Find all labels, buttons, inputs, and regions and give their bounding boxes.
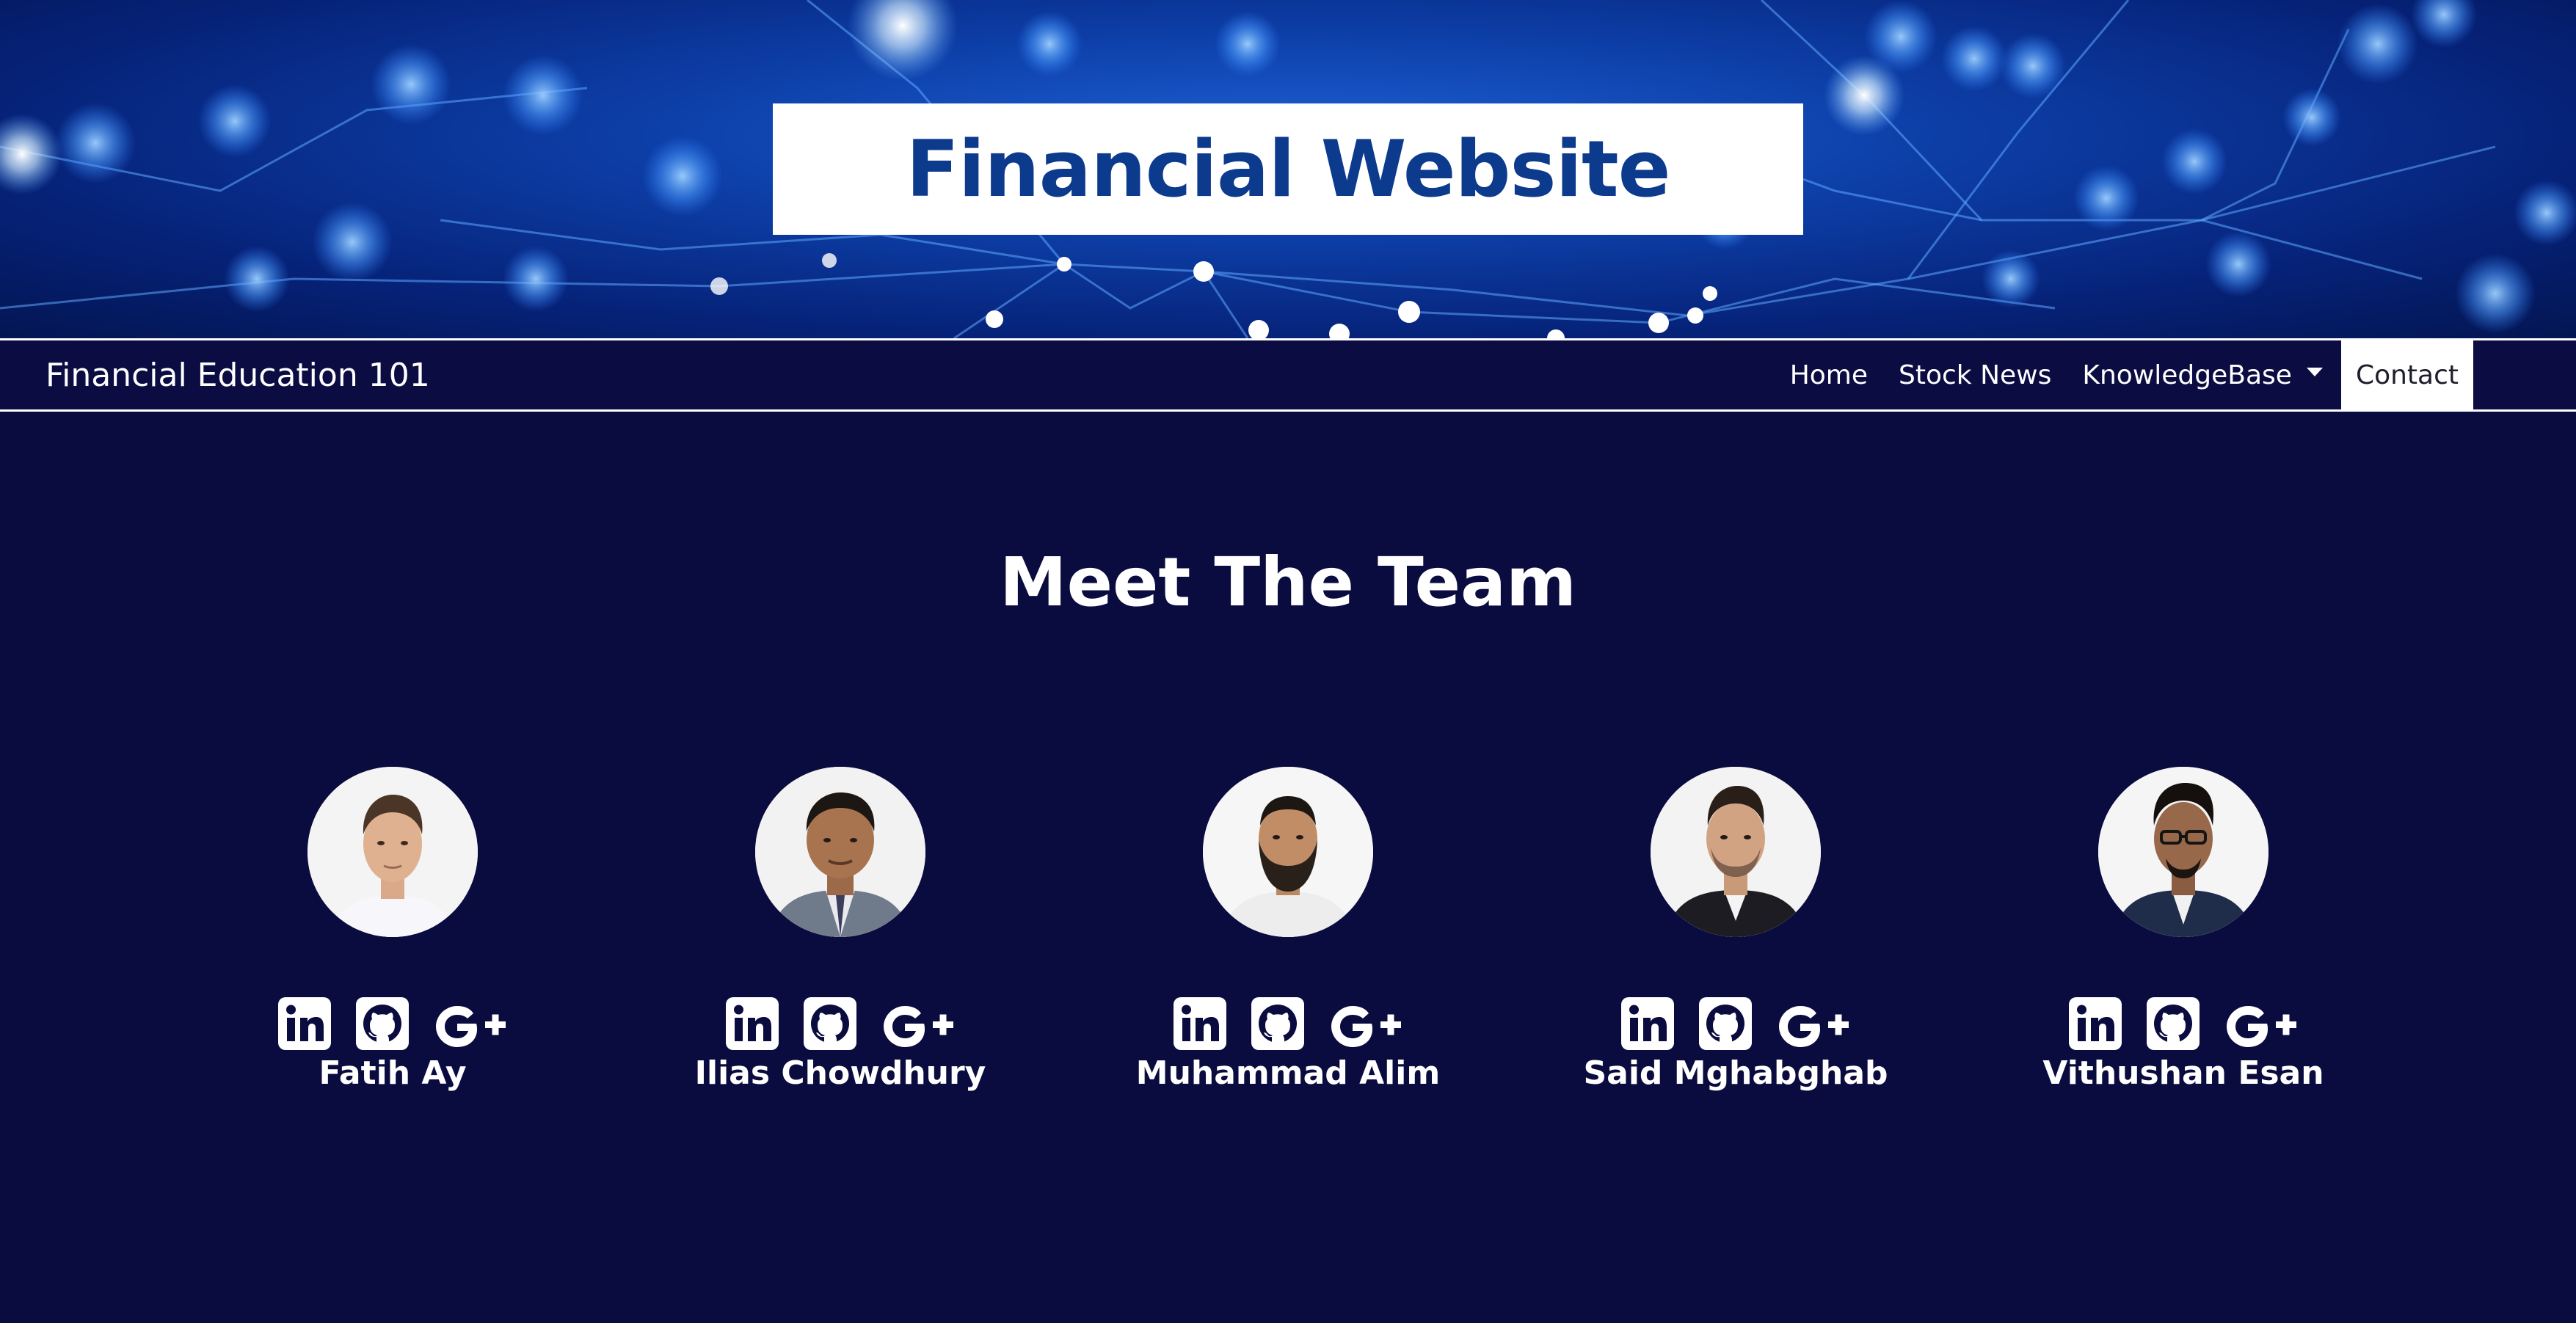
social-links — [1172, 996, 1404, 1052]
github-icon[interactable] — [1250, 996, 1306, 1052]
member-photo — [755, 767, 925, 937]
google-plus-icon[interactable] — [1328, 996, 1404, 1052]
member-photo — [308, 767, 478, 937]
team-grid: Fatih Ay Ilias Chowdhury Muhammad Alim S… — [0, 767, 2576, 1104]
member-name: Muhammad Alim — [1135, 1054, 1441, 1092]
hero-banner: Financial Website — [0, 0, 2576, 338]
nav-link-home[interactable]: Home — [1775, 340, 1883, 409]
google-plus-icon[interactable] — [1775, 996, 1852, 1052]
google-plus-icon[interactable] — [2223, 996, 2299, 1052]
nav-link-stock-news[interactable]: Stock News — [1883, 340, 2067, 409]
member-photo — [1203, 767, 1373, 937]
site-title: Financial Website — [906, 124, 1670, 214]
member-name: Said Mghabghab — [1583, 1054, 1888, 1092]
team-member-card: Ilias Chowdhury — [650, 767, 1031, 1104]
linkedin-icon[interactable] — [277, 996, 332, 1052]
github-icon[interactable] — [1698, 996, 1753, 1052]
linkedin-icon[interactable] — [1620, 996, 1676, 1052]
nav-link-contact[interactable]: Contact — [2340, 340, 2473, 409]
section-title: Meet The Team — [1000, 543, 1576, 622]
navbar: Financial Education 101 Home Stock News … — [0, 338, 2576, 412]
social-links — [1620, 996, 1852, 1052]
caret-down-icon — [2306, 368, 2323, 376]
member-photo — [2098, 767, 2268, 937]
member-name: Fatih Ay — [319, 1054, 467, 1092]
social-links — [2067, 996, 2299, 1052]
google-plus-icon[interactable] — [432, 996, 509, 1052]
github-icon[interactable] — [354, 996, 410, 1052]
member-name: Ilias Chowdhury — [694, 1054, 986, 1092]
team-member-card: Muhammad Alim — [1097, 767, 1479, 1104]
member-photo — [1651, 767, 1821, 937]
avatar — [2098, 767, 2268, 937]
github-icon[interactable] — [802, 996, 858, 1052]
nav-links: Home Stock News KnowledgeBase Contact — [1775, 340, 2473, 409]
avatar — [308, 767, 478, 937]
avatar — [1203, 767, 1373, 937]
team-member-card: Vithushan Esan — [1993, 767, 2374, 1104]
team-member-card: Said Mghabghab — [1545, 767, 1926, 1104]
team-member-card: Fatih Ay — [202, 767, 583, 1104]
linkedin-icon[interactable] — [724, 996, 780, 1052]
navbar-brand[interactable]: Financial Education 101 — [46, 340, 430, 409]
member-name: Vithushan Esan — [2042, 1054, 2324, 1092]
github-icon[interactable] — [2145, 996, 2201, 1052]
linkedin-icon[interactable] — [1172, 996, 1228, 1052]
avatar — [1651, 767, 1821, 937]
google-plus-icon[interactable] — [880, 996, 956, 1052]
avatar — [755, 767, 925, 937]
nav-dropdown-label: KnowledgeBase — [2082, 360, 2292, 390]
social-links — [277, 996, 509, 1052]
linkedin-icon[interactable] — [2067, 996, 2123, 1052]
nav-dropdown-knowledgebase[interactable]: KnowledgeBase — [2067, 340, 2338, 409]
social-links — [724, 996, 956, 1052]
site-title-box: Financial Website — [773, 103, 1803, 235]
